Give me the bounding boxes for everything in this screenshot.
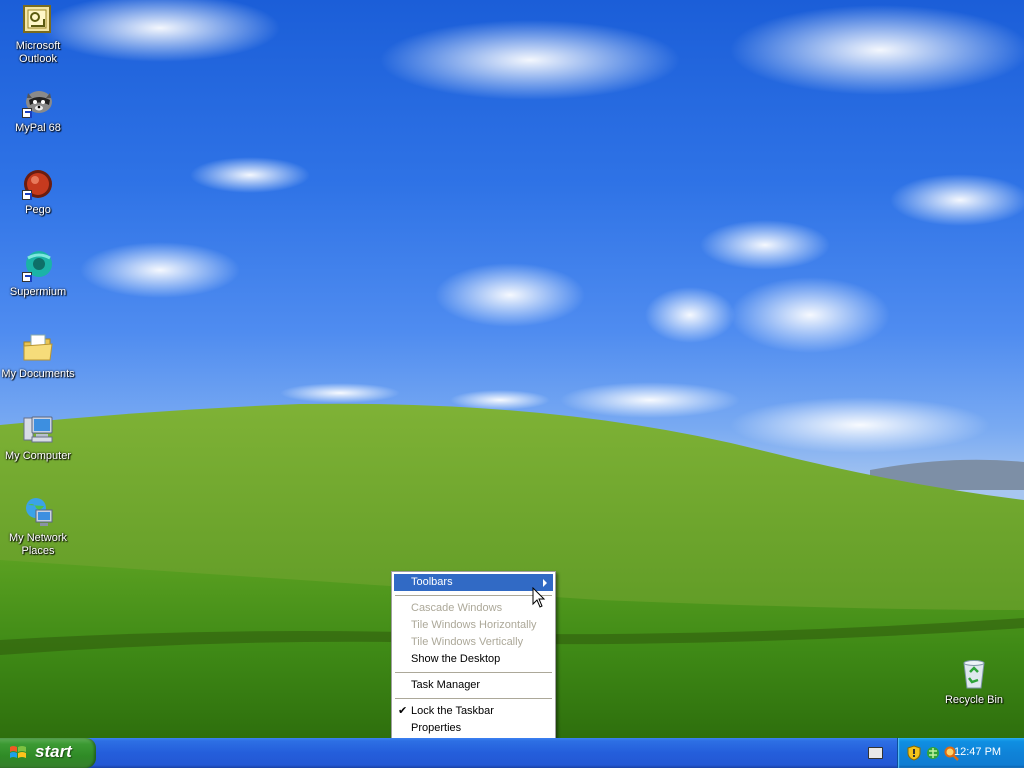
computer-icon xyxy=(22,414,54,446)
menu-item-properties[interactable]: Properties xyxy=(394,720,553,737)
desktop-icon-my-computer[interactable]: My Computer xyxy=(0,414,76,463)
taskbar[interactable]: start 12:47 PM xyxy=(0,738,1024,768)
desktop-icon-supermium[interactable]: Supermium xyxy=(0,250,76,299)
menu-separator xyxy=(394,591,553,600)
menu-item-label: Toolbars xyxy=(411,576,453,588)
menu-separator xyxy=(394,668,553,677)
shortcut-arrow-icon xyxy=(22,272,32,282)
desktop-icon-my-documents[interactable]: My Documents xyxy=(0,332,76,381)
desktop-icon-label: My Documents xyxy=(1,368,75,380)
desktop-icon-label: MyPal 68 xyxy=(15,122,61,134)
desktop-icon-microsoft-outlook[interactable]: Microsoft Outlook xyxy=(0,4,76,66)
menu-item-label: Tile Windows Horizontally xyxy=(411,619,537,631)
desktop[interactable]: Microsoft Outlook MyPal 68 Pego Supermiu… xyxy=(0,0,1024,738)
desktop-icon-pego[interactable]: Pego xyxy=(0,168,76,217)
shortcut-arrow-icon xyxy=(22,190,32,200)
desktop-icon-label: Microsoft Outlook xyxy=(15,40,61,65)
recycle-bin-icon xyxy=(958,658,990,690)
supermium-icon xyxy=(22,250,54,282)
network-status-icon[interactable] xyxy=(925,745,941,761)
submenu-arrow-icon xyxy=(543,579,547,587)
keyboard-icon[interactable] xyxy=(868,747,883,759)
menu-item-label: Tile Windows Vertically xyxy=(411,636,524,648)
desktop-icon-mypal-68[interactable]: MyPal 68 xyxy=(0,86,76,135)
menu-item-label: Task Manager xyxy=(411,679,481,691)
network-icon xyxy=(22,496,54,528)
menu-item-toolbars[interactable]: Toolbars xyxy=(394,574,553,591)
menu-item-show-the-desktop[interactable]: Show the Desktop xyxy=(394,651,553,668)
menu-item-tile-windows-horizontally[interactable]: Tile Windows Horizontally xyxy=(394,617,553,634)
mypal-icon xyxy=(22,86,54,118)
desktop-icon-label: My Network Places xyxy=(8,532,68,557)
menu-item-cascade-windows[interactable]: Cascade Windows xyxy=(394,600,553,617)
mouse-cursor-icon xyxy=(532,587,546,608)
menu-item-task-manager[interactable]: Task Manager xyxy=(394,677,553,694)
desktop-icon-label: Pego xyxy=(25,204,51,216)
desktop-icon-label: Supermium xyxy=(9,286,67,298)
outlook-icon xyxy=(22,4,54,36)
checkmark-icon: ✔ xyxy=(398,705,408,717)
desktop-icon-label: My Computer xyxy=(4,450,72,462)
menu-item-label: Cascade Windows xyxy=(411,602,503,614)
clock[interactable]: 12:47 PM xyxy=(954,746,1001,758)
desktop-icon-recycle-bin[interactable]: Recycle Bin xyxy=(936,658,1012,707)
menu-item-lock-the-taskbar[interactable]: ✔ Lock the Taskbar xyxy=(394,703,553,720)
pego-icon xyxy=(22,168,54,200)
folder-icon xyxy=(22,332,54,364)
windows-logo-icon xyxy=(10,746,26,758)
menu-item-tile-windows-vertically[interactable]: Tile Windows Vertically xyxy=(394,634,553,651)
start-button[interactable]: start xyxy=(0,738,96,768)
menu-item-label: Properties xyxy=(411,722,462,734)
menu-item-label: Lock the Taskbar xyxy=(411,705,494,717)
desktop-icon-label: Recycle Bin xyxy=(944,694,1004,706)
menu-item-label: Show the Desktop xyxy=(411,653,501,665)
start-label: start xyxy=(35,742,72,761)
security-shield-icon[interactable] xyxy=(906,745,922,761)
menu-separator xyxy=(394,694,553,703)
shortcut-arrow-icon xyxy=(22,108,32,118)
desktop-icon-my-network-places[interactable]: My Network Places xyxy=(0,496,76,558)
